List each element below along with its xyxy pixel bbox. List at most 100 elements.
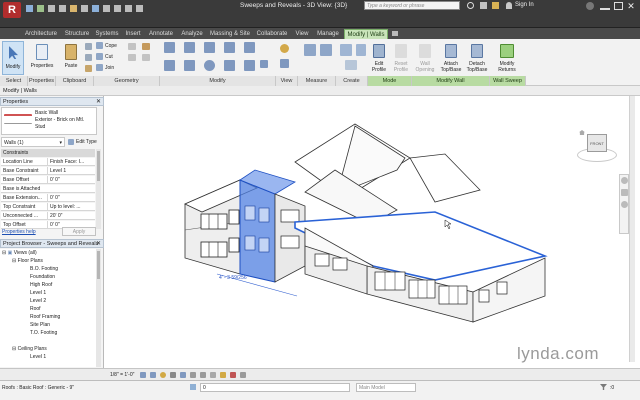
hide-icon[interactable] [280,44,289,53]
workset-field[interactable]: 0 [200,383,350,392]
tab-architecture[interactable]: Architecture [22,29,60,39]
cope-button[interactable]: Cope [96,42,126,50]
apply-button[interactable]: Apply [62,227,96,236]
property-row[interactable]: Location Line Finish Face: I... [1,158,95,166]
shadows-icon[interactable] [170,372,176,378]
viewport-scrollbar[interactable] [629,96,635,362]
copy-icon[interactable] [184,60,195,71]
communication-icon[interactable] [492,2,499,9]
subscription-icon[interactable] [480,2,487,9]
user-icon[interactable] [506,2,512,9]
create-parts-icon[interactable] [356,44,366,56]
workset-icon[interactable] [190,384,196,390]
tree-item-floor-plan[interactable]: High Roof [30,281,52,289]
property-row[interactable]: Top Constraint Up to level: ... [1,203,95,211]
properties-help-link[interactable]: Properties help [2,229,36,235]
split-face-icon[interactable] [128,54,136,61]
building-3d-view[interactable]: 4' - 3 59/256" [105,96,635,362]
filter-icon[interactable] [600,384,607,390]
attach-top-base-button[interactable]: Attach Top/Base [438,41,464,75]
tree-item-floor-plan[interactable]: Foundation [30,273,55,281]
detach-top-base-button[interactable]: Detach Top/Base [464,41,490,75]
tab-collaborate[interactable]: Collaborate [254,29,290,39]
dimension-label[interactable]: 4' - 3 59/256" [219,275,249,281]
tab-modify-walls[interactable]: Modify | Walls [344,29,388,39]
drawing-area[interactable]: 4' - 3 59/256" FRONT lynda.com [105,96,635,363]
browser-scrollbar[interactable] [96,249,101,367]
property-value[interactable]: 20' 0" [47,212,95,220]
tree-item-floor-plan[interactable]: Level 1 [30,289,46,297]
properties-button[interactable]: Properties [30,41,54,75]
create-group-icon[interactable] [345,60,357,70]
cut-geometry-button[interactable]: Cut [96,53,126,61]
tab-manage[interactable]: Manage [314,29,342,39]
tree-item-floor-plan[interactable]: Level 2 [30,297,46,305]
array-icon[interactable] [244,60,255,71]
property-value[interactable]: Level 1 [47,167,95,175]
reset-profile-button[interactable]: Reset Profile [390,41,412,75]
create-assembly-icon[interactable] [340,44,352,56]
design-options-field[interactable]: Main Model [356,383,416,392]
search-input[interactable]: Type a keyword or phrase [364,1,460,10]
property-value[interactable]: 0' 0" [47,176,95,184]
tab-massing-site[interactable]: Massing & Site [208,29,252,39]
close-button[interactable]: ✕ [626,1,636,11]
steering-wheel-icon[interactable] [621,177,628,184]
rotate-icon[interactable] [204,60,215,71]
tree-item-floor-plan[interactable]: T.O. Footing [30,329,57,337]
help-icon[interactable] [586,2,594,10]
properties-scrollbar[interactable] [96,149,101,229]
tab-structure[interactable]: Structure [62,29,92,39]
lock-icon[interactable] [210,372,216,378]
scale-icon[interactable] [260,60,268,68]
tree-item-floor-plan[interactable]: Roof Framing [30,313,60,321]
type-selector[interactable]: Basic Wall Exterior - Brick on Mtl. Stud [1,107,97,135]
edit-profile-button[interactable]: Edit Profile [368,41,390,75]
search-icon[interactable] [467,2,474,9]
trim-icon[interactable] [224,60,235,71]
modify-button[interactable]: Modify [2,41,24,75]
join-button[interactable]: Join [96,64,126,72]
match-properties-icon[interactable] [85,65,92,72]
home-icon[interactable] [579,130,585,135]
group-label-view[interactable]: View [276,76,298,86]
paste-button[interactable]: Paste [60,41,82,75]
move-icon[interactable] [164,60,175,71]
wall-opening-button[interactable]: Wall Opening [412,41,438,75]
override-graphics-icon[interactable] [280,59,289,68]
quick-access-toolbar[interactable] [26,5,176,13]
ribbon-options-icon[interactable] [392,31,398,36]
cut-clipboard-icon[interactable] [85,43,92,50]
tab-insert[interactable]: Insert [122,29,144,39]
close-icon[interactable]: ✕ [96,240,101,248]
tree-item-ceiling-level-1[interactable]: Level 1 [30,353,46,361]
crop-icon[interactable] [190,372,196,378]
tree-item-floor-plan[interactable]: B.O. Footing [30,265,58,273]
reveal-hidden-icon[interactable] [230,372,236,378]
paint-icon[interactable] [142,43,150,50]
viewcube[interactable]: FRONT [577,130,617,164]
offset-icon[interactable] [184,42,195,53]
property-value[interactable]: Finish Face: I... [47,158,95,166]
viewcube-face[interactable]: FRONT [587,134,607,152]
property-value[interactable]: 0' 0" [47,194,95,202]
wall-joins-icon[interactable] [128,43,136,50]
measure-icon[interactable] [304,44,316,56]
maximize-button[interactable] [614,2,623,10]
scale-indicator[interactable]: 1/8" = 1'-0" [110,371,134,379]
property-row[interactable]: Unconnected ... 20' 0" [1,212,95,220]
demolish-icon[interactable] [142,54,150,61]
mirror-axis-icon[interactable] [204,42,215,53]
navigation-bar[interactable] [619,174,629,234]
zoom-icon[interactable] [621,189,628,196]
property-value[interactable]: Up to level: ... [47,203,95,211]
app-menu-icon[interactable]: R [3,2,21,18]
group-label-measure[interactable]: Measure [298,76,336,86]
copy-clipboard-icon[interactable] [85,54,92,61]
sign-in-link[interactable]: Sign In [515,2,534,8]
sun-path-icon[interactable] [160,372,166,378]
align-icon[interactable] [164,42,175,53]
dimension-icon[interactable] [320,44,332,56]
tab-systems[interactable]: Systems [94,29,120,39]
constraints-section[interactable]: Constraints [1,149,95,157]
